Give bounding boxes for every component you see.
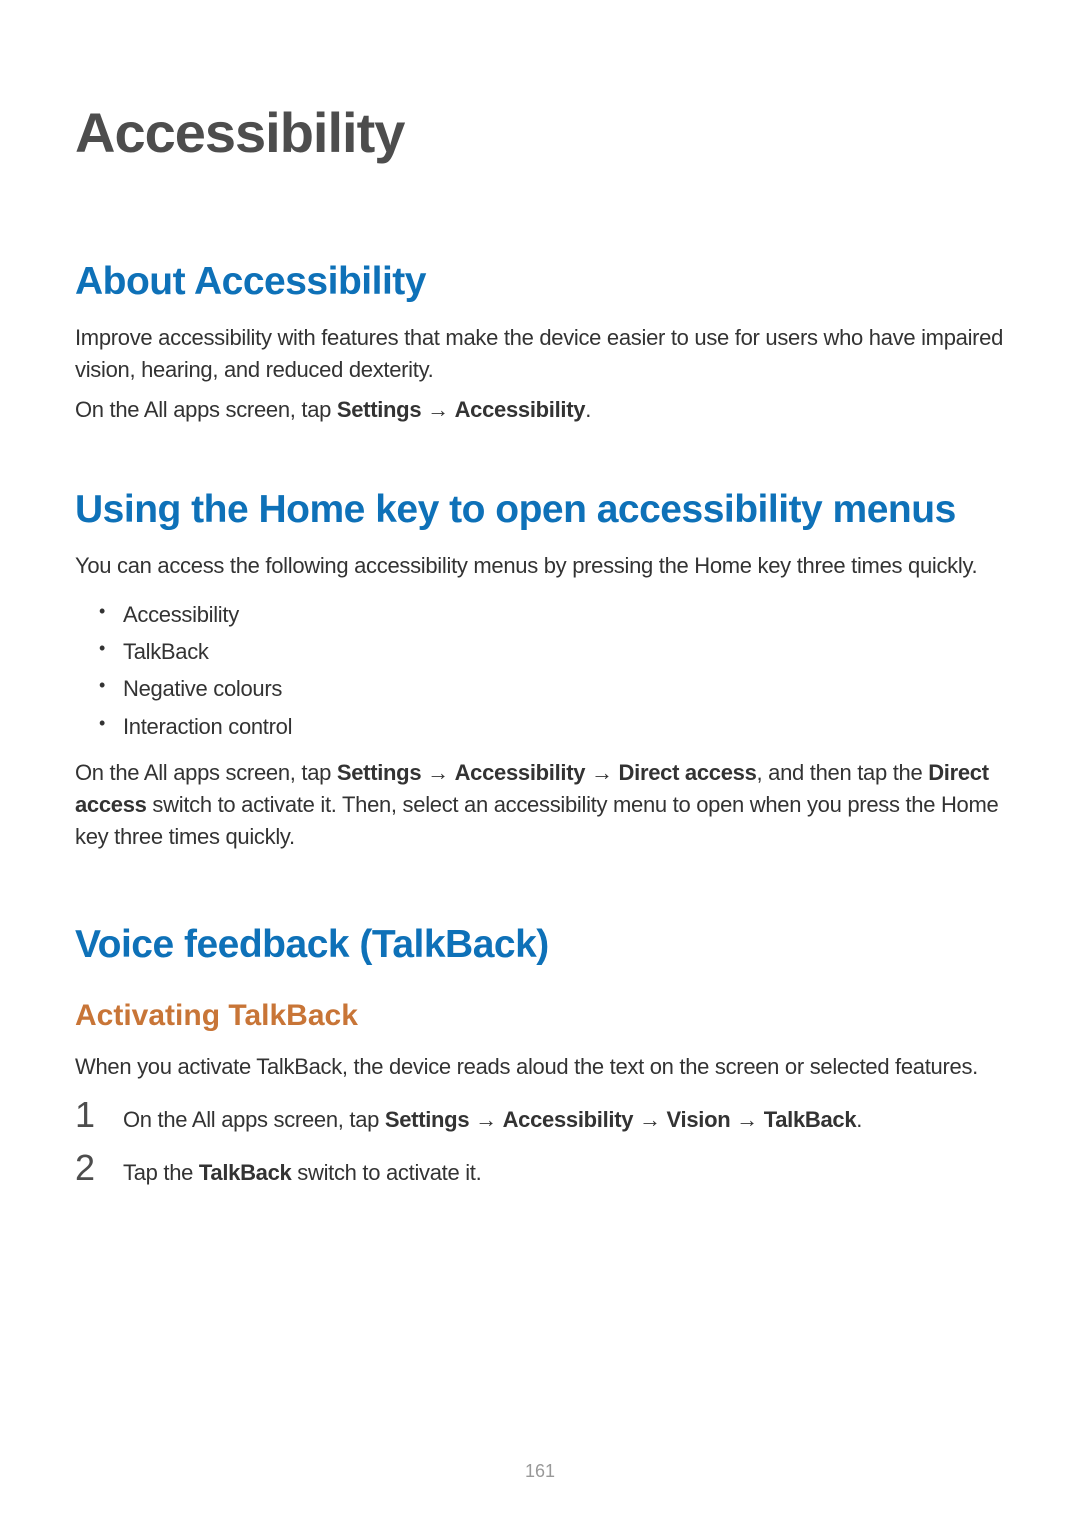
about-paragraph-1: Improve accessibility with features that… (75, 322, 1005, 386)
bold-accessibility: Accessibility (503, 1107, 634, 1132)
bold-talkback: TalkBack (199, 1160, 292, 1185)
bold-talkback: TalkBack (764, 1107, 857, 1132)
section-home-heading: Using the Home key to open accessibility… (75, 488, 1005, 532)
arrow-icon: → (585, 760, 618, 785)
text-fragment: . (856, 1107, 862, 1132)
accessibility-menus-list: Accessibility TalkBack Negative colours … (99, 596, 1005, 746)
talkback-paragraph-1: When you activate TalkBack, the device r… (75, 1051, 1005, 1083)
text-fragment: . (585, 397, 591, 422)
text-fragment: On the All apps screen, tap (123, 1107, 385, 1132)
step-row-2: 2 Tap the TalkBack switch to activate it… (75, 1150, 1005, 1189)
about-paragraph-2: On the All apps screen, tap Settings → A… (75, 394, 1005, 426)
text-fragment: , and then tap the (757, 760, 929, 785)
page-number: 161 (0, 1461, 1080, 1482)
home-paragraph-2: On the All apps screen, tap Settings → A… (75, 757, 1005, 853)
list-item: Negative colours (99, 670, 1005, 707)
section-about-heading: About Accessibility (75, 260, 1005, 304)
bold-settings: Settings (337, 760, 421, 785)
text-fragment: On the All apps screen, tap (75, 397, 337, 422)
page-title: Accessibility (75, 100, 1005, 165)
bold-accessibility: Accessibility (455, 397, 586, 422)
list-item: Interaction control (99, 708, 1005, 745)
arrow-icon: → (469, 1107, 502, 1132)
step-number: 2 (75, 1150, 123, 1186)
bold-settings: Settings (337, 397, 421, 422)
home-paragraph-1: You can access the following accessibili… (75, 550, 1005, 582)
arrow-icon: → (421, 760, 454, 785)
bold-settings: Settings (385, 1107, 469, 1132)
arrow-icon: → (730, 1107, 763, 1132)
arrow-icon: → (421, 397, 454, 422)
text-fragment: On the All apps screen, tap (75, 760, 337, 785)
section-talkback-heading: Voice feedback (TalkBack) (75, 923, 1005, 967)
text-fragment: switch to activate it. Then, select an a… (75, 792, 998, 849)
step-row-1: 1 On the All apps screen, tap Settings →… (75, 1097, 1005, 1136)
step-text: On the All apps screen, tap Settings → A… (123, 1104, 862, 1136)
text-fragment: Tap the (123, 1160, 199, 1185)
arrow-icon: → (633, 1107, 666, 1132)
bold-vision: Vision (667, 1107, 731, 1132)
bold-accessibility: Accessibility (455, 760, 586, 785)
text-fragment: switch to activate it. (291, 1160, 481, 1185)
bold-direct-access: Direct access (619, 760, 757, 785)
list-item: Accessibility (99, 596, 1005, 633)
talkback-sub-heading: Activating TalkBack (75, 999, 1005, 1033)
step-number: 1 (75, 1097, 123, 1133)
list-item: TalkBack (99, 633, 1005, 670)
step-text: Tap the TalkBack switch to activate it. (123, 1157, 481, 1189)
